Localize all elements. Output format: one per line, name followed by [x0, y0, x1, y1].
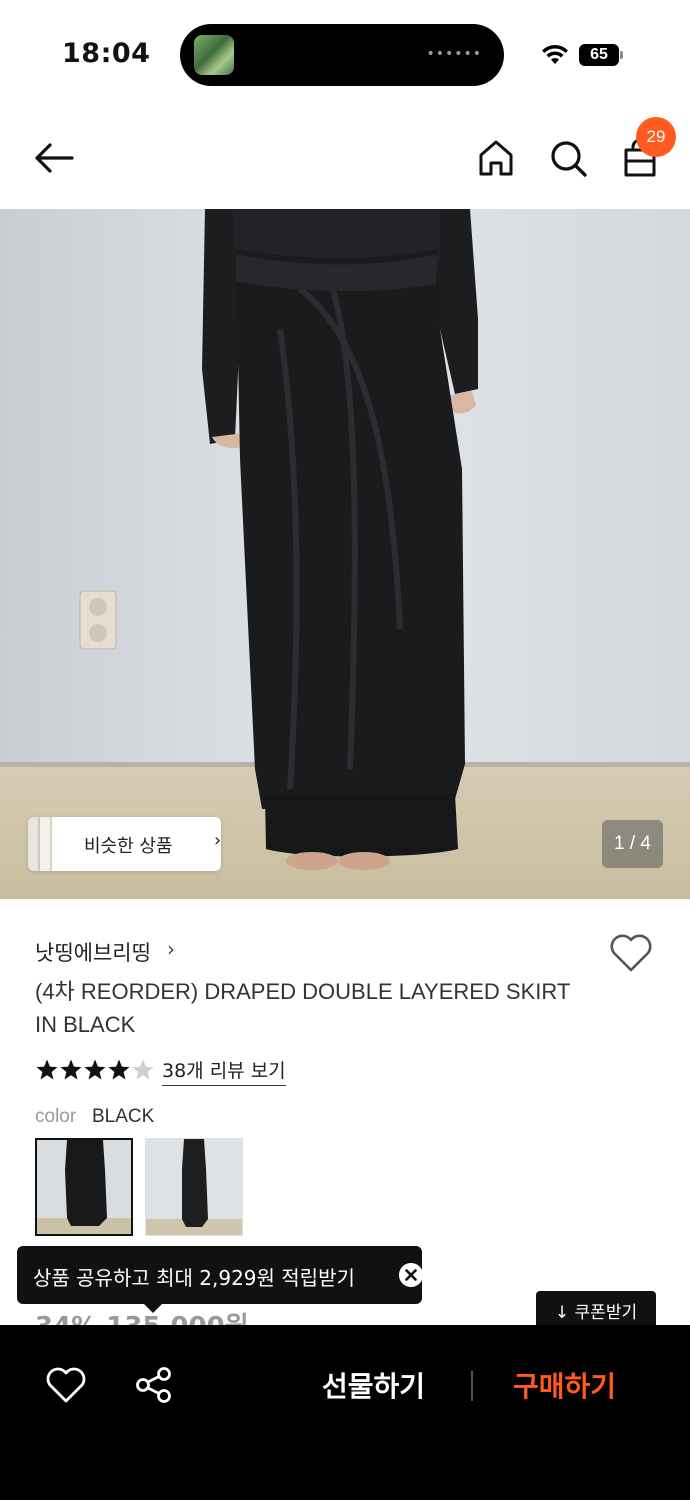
home-icon[interactable]: [474, 136, 518, 180]
gift-button[interactable]: 선물하기: [322, 1365, 425, 1405]
brand-link[interactable]: 낫띵에브리띵: [35, 937, 151, 967]
color-option-front[interactable]: [35, 1138, 133, 1236]
share-icon[interactable]: [134, 1365, 174, 1405]
status-time: 18:04: [62, 38, 151, 69]
bottom-action-bar: 선물하기 구매하기: [0, 1325, 690, 1500]
battery-cap: [620, 51, 623, 59]
similar-products-label: 비슷한 상품: [84, 836, 173, 857]
chevron-right-icon[interactable]: ›: [167, 937, 175, 961]
color-value: BLACK: [92, 1106, 155, 1127]
product-main-image[interactable]: [0, 209, 690, 899]
button-divider: [471, 1371, 473, 1401]
product-photo: [0, 209, 690, 899]
now-playing-thumbnail: [194, 35, 234, 75]
share-reward-tooltip: 상품 공유하고 최대 2,929원 적립받기: [17, 1246, 423, 1304]
image-page-counter: 1 / 4: [602, 820, 663, 868]
battery-indicator: 65: [579, 44, 619, 66]
cart-count-badge: 29: [636, 117, 676, 157]
buy-button[interactable]: 구매하기: [513, 1365, 616, 1405]
search-icon[interactable]: [546, 136, 590, 180]
rating-stars: [36, 1059, 154, 1080]
swatch-side-image: [146, 1139, 242, 1235]
similar-products-button[interactable]: 비슷한 상품 ›: [28, 817, 221, 871]
heart-outline-icon[interactable]: [608, 932, 654, 974]
reviews-link[interactable]: 38개 리뷰 보기: [162, 1056, 286, 1086]
similar-products-thumbnail: [28, 817, 60, 871]
color-option-side[interactable]: [145, 1138, 243, 1236]
dynamic-island: ••••••: [180, 24, 504, 86]
wifi-icon: [542, 44, 568, 64]
price-text: 34% 135,000원: [35, 1312, 249, 1326]
swatch-front-image: [37, 1140, 131, 1234]
chevron-right-icon: ›: [214, 830, 221, 851]
color-label: color: [35, 1106, 77, 1127]
back-arrow-icon[interactable]: [32, 138, 76, 178]
nav-bar: [0, 110, 690, 208]
waveform-icon: ••••••: [426, 46, 482, 62]
product-title: (4차 REORDER) DRAPED DOUBLE LAYERED SKIRT…: [35, 979, 570, 1037]
close-icon[interactable]: [399, 1263, 423, 1287]
tooltip-text: 상품 공유하고 최대 2,929원 적립받기: [33, 1266, 355, 1290]
status-bar: 18:04 •••••• 65: [0, 0, 690, 110]
heart-outline-icon[interactable]: [45, 1367, 87, 1405]
